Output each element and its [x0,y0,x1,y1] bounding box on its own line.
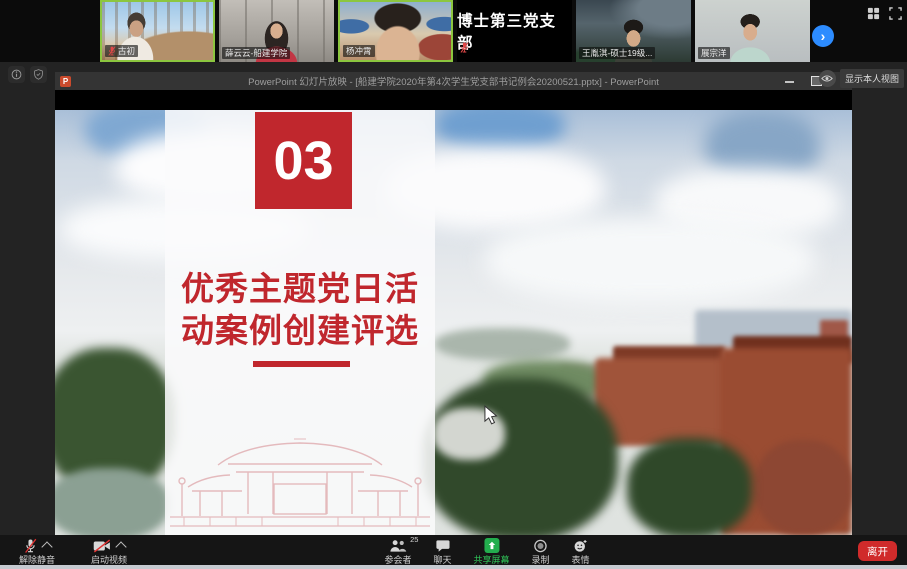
smiley-icon [574,539,588,553]
video-strip: 古初 薛云云-船建学院 杨冲霄 博士第三党支部 王胤淇-硕士19级... [0,0,907,62]
muted-mic-icon [460,40,469,58]
participants-button[interactable]: 25 参会者 [384,537,411,565]
slide-text-panel: 03 优秀主题党日活 动案例创建评选 [165,110,435,535]
minimize-icon[interactable] [785,81,794,83]
zoom-meeting-window: 古初 薛云云-船建学院 杨冲霄 博士第三党支部 王胤淇-硕士19级... [0,0,907,569]
mouse-cursor-icon [483,405,498,425]
slideshow-letterbox [55,90,852,110]
meeting-info-button[interactable] [8,66,25,83]
chevron-up-icon[interactable] [115,541,126,552]
video-tile[interactable]: 薛云云-船建学院 [219,0,334,62]
record-button[interactable]: 录制 [532,537,550,565]
share-screen-icon [484,538,499,553]
reactions-label: 表情 [572,555,590,565]
self-view-label: 显示本人视图 [840,69,904,88]
participants-count: 25 [410,535,418,544]
participant-name-chip: 古初 [105,45,138,57]
video-tile-no-camera[interactable]: 博士第三党支部 [457,0,572,62]
share-screen-button[interactable]: 共享屏幕 [473,537,509,565]
fullscreen-icon[interactable] [889,7,902,25]
window-title: PowerPoint 幻灯片放映 - [船建学院2020年第4次学生党支部书记例… [55,74,852,88]
record-icon [534,539,548,553]
participants-icon [389,539,406,553]
campus-building [755,440,852,535]
powerpoint-icon: P [60,76,71,87]
participant-name-chip: 薛云云-船建学院 [222,47,290,59]
campus-building [595,358,735,446]
unmute-label: 解除静音 [19,555,55,565]
security-button[interactable] [30,66,47,83]
muted-mic-icon [108,46,116,56]
reactions-button[interactable]: 表情 [572,537,590,565]
start-video-button[interactable]: 启动视频 [80,537,138,565]
video-off-icon [93,539,111,553]
slide-title: 优秀主题党日活 动案例创建评选 [165,268,435,352]
chat-button[interactable]: 聊天 [433,537,451,565]
video-tile[interactable]: 展宗洋 [695,0,810,62]
gallery-view-icon[interactable] [867,7,880,25]
ppt-titlebar: P PowerPoint 幻灯片放映 - [船建学院2020年第4次学生党支部书… [55,72,852,90]
participant-name: 展宗洋 [701,47,727,59]
participant-name: 博士第三党支部 [457,9,572,53]
slide-section-number: 03 [255,112,352,209]
next-participants-button[interactable]: › [812,25,834,47]
participants-label: 参会者 [384,555,411,565]
sky-blob [435,110,565,150]
chat-label: 聊天 [433,555,451,565]
start-video-label: 启动视频 [91,555,127,565]
self-view-toggle[interactable]: 显示本人视图 [819,69,904,88]
participant-name: 薛云云-船建学院 [225,47,287,59]
shield-icon [33,69,44,80]
participant-name-chip: 展宗洋 [698,47,730,59]
gate-line-art [170,438,430,534]
muted-mic-icon [24,538,37,554]
chevron-up-icon[interactable] [41,541,52,552]
participant-name: 古初 [118,45,135,57]
title-underline [253,361,350,367]
eye-icon[interactable] [819,70,836,87]
participant-name-chip: 王胤淇-硕士19级... [579,47,655,59]
meeting-toolbar: 解除静音 启动视频 25 参会者 [0,535,907,565]
water [55,468,169,535]
share-screen-label: 共享屏幕 [473,555,509,565]
unmute-button[interactable]: 解除静音 [8,537,66,565]
cloud-blob [485,218,815,303]
video-tile[interactable]: 杨冲霄 [338,0,453,62]
participant-name-chip: 杨冲霄 [343,45,375,57]
distant-buildings [435,328,570,360]
chat-icon [435,539,450,553]
trees [627,438,752,535]
record-label: 录制 [532,555,550,565]
leave-label: 离开 [867,544,888,559]
info-icon [11,69,22,80]
slide-title-line2: 动案例创建评选 [165,310,435,352]
video-tile[interactable]: 古初 [100,0,215,62]
leave-meeting-button[interactable]: 离开 [858,541,897,561]
participant-name: 王胤淇-硕士19级... [582,47,652,59]
taskbar-edge [0,565,907,569]
participant-name: 杨冲霄 [346,45,372,57]
video-tile[interactable]: 王胤淇-硕士19级... [576,0,691,62]
chevron-right-icon: › [821,29,826,43]
slide-title-line1: 优秀主题党日活 [165,268,435,310]
shared-slide: 03 优秀主题党日活 动案例创建评选 [55,110,852,535]
